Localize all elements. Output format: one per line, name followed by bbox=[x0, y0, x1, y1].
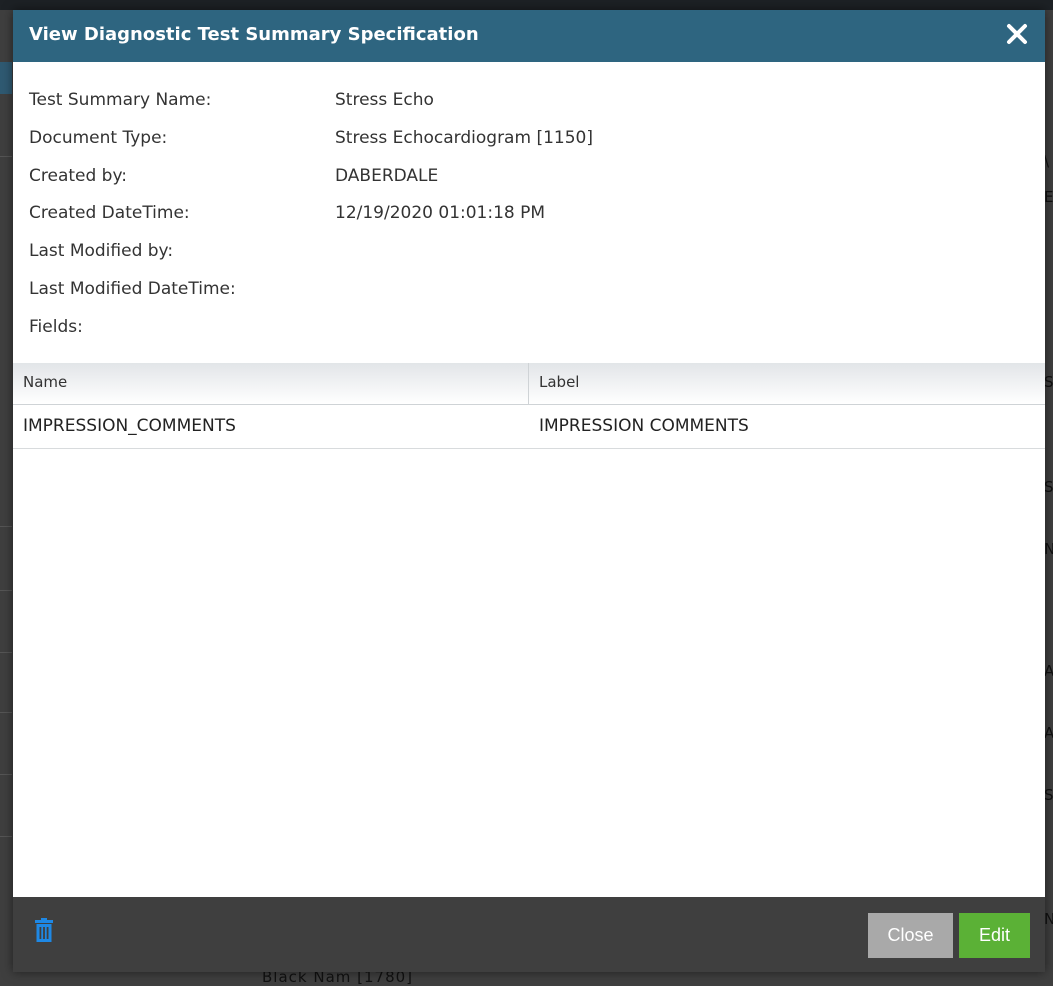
app-background-char: S bbox=[1044, 373, 1053, 391]
detail-label: Last Modified DateTime: bbox=[29, 278, 236, 299]
trash-icon[interactable] bbox=[35, 918, 53, 942]
detail-row-last-modified-datetime: Last Modified DateTime: bbox=[29, 277, 1029, 315]
detail-row-created-by: Created by: DABERDALE bbox=[29, 164, 1029, 202]
cell-label: IMPRESSION COMMENTS bbox=[539, 416, 749, 436]
summary-details: Test Summary Name: Stress Echo Document … bbox=[13, 62, 1045, 353]
close-button[interactable]: Close bbox=[868, 913, 953, 958]
app-background-char: S bbox=[1044, 478, 1053, 496]
column-header-label[interactable]: Label bbox=[529, 363, 1045, 404]
table-row[interactable]: IMPRESSION_COMMENTS IMPRESSION COMMENTS bbox=[13, 405, 1045, 449]
app-background-divider bbox=[0, 156, 12, 157]
app-background-char: E bbox=[1044, 188, 1053, 206]
detail-label: Fields: bbox=[29, 316, 83, 337]
cell-name: IMPRESSION_COMMENTS bbox=[23, 416, 236, 436]
app-background-divider bbox=[0, 712, 12, 713]
app-background-divider bbox=[0, 836, 12, 837]
close-icon[interactable] bbox=[1005, 22, 1029, 46]
app-background-divider bbox=[0, 526, 12, 527]
detail-label: Created DateTime: bbox=[29, 203, 190, 224]
detail-value: 12/19/2020 01:01:18 PM bbox=[335, 203, 546, 224]
app-background-char: N bbox=[1044, 540, 1053, 558]
detail-row-created-datetime: Created DateTime: 12/19/2020 01:01:18 PM bbox=[29, 201, 1029, 239]
app-background-divider bbox=[0, 590, 12, 591]
grid-header: Name Label bbox=[13, 363, 1045, 405]
view-test-summary-dialog: View Diagnostic Test Summary Specificati… bbox=[13, 10, 1045, 972]
app-background-char: N bbox=[1044, 910, 1053, 928]
detail-row-fields: Fields: bbox=[29, 315, 1029, 353]
detail-row-test-summary-name: Test Summary Name: Stress Echo bbox=[29, 88, 1029, 126]
detail-label: Test Summary Name: bbox=[29, 90, 212, 110]
detail-value: Stress Echo bbox=[335, 90, 434, 110]
edit-button[interactable]: Edit bbox=[959, 913, 1030, 958]
fields-grid: Name Label IMPRESSION_COMMENTS IMPRESSIO… bbox=[13, 363, 1045, 449]
dialog-header: View Diagnostic Test Summary Specificati… bbox=[13, 10, 1045, 62]
app-top-bar bbox=[0, 0, 1053, 10]
app-background-divider bbox=[0, 774, 12, 775]
detail-label: Document Type: bbox=[29, 127, 168, 148]
detail-label: Last Modified by: bbox=[29, 241, 174, 262]
column-header-name[interactable]: Name bbox=[13, 363, 529, 404]
app-background-char: A bbox=[1044, 662, 1053, 680]
app-background-char: A bbox=[1044, 724, 1053, 742]
detail-label: Created by: bbox=[29, 165, 128, 186]
detail-row-last-modified-by: Last Modified by: bbox=[29, 239, 1029, 277]
detail-value: Stress Echocardiogram [1150] bbox=[335, 127, 593, 148]
dialog-title: View Diagnostic Test Summary Specificati… bbox=[29, 24, 479, 45]
app-background-divider bbox=[0, 652, 12, 653]
detail-value: DABERDALE bbox=[335, 165, 439, 186]
detail-row-document-type: Document Type: Stress Echocardiogram [11… bbox=[29, 126, 1029, 164]
app-background-char: S bbox=[1044, 786, 1053, 804]
app-background-band bbox=[0, 62, 12, 94]
dialog-footer: Close Edit bbox=[13, 897, 1045, 972]
